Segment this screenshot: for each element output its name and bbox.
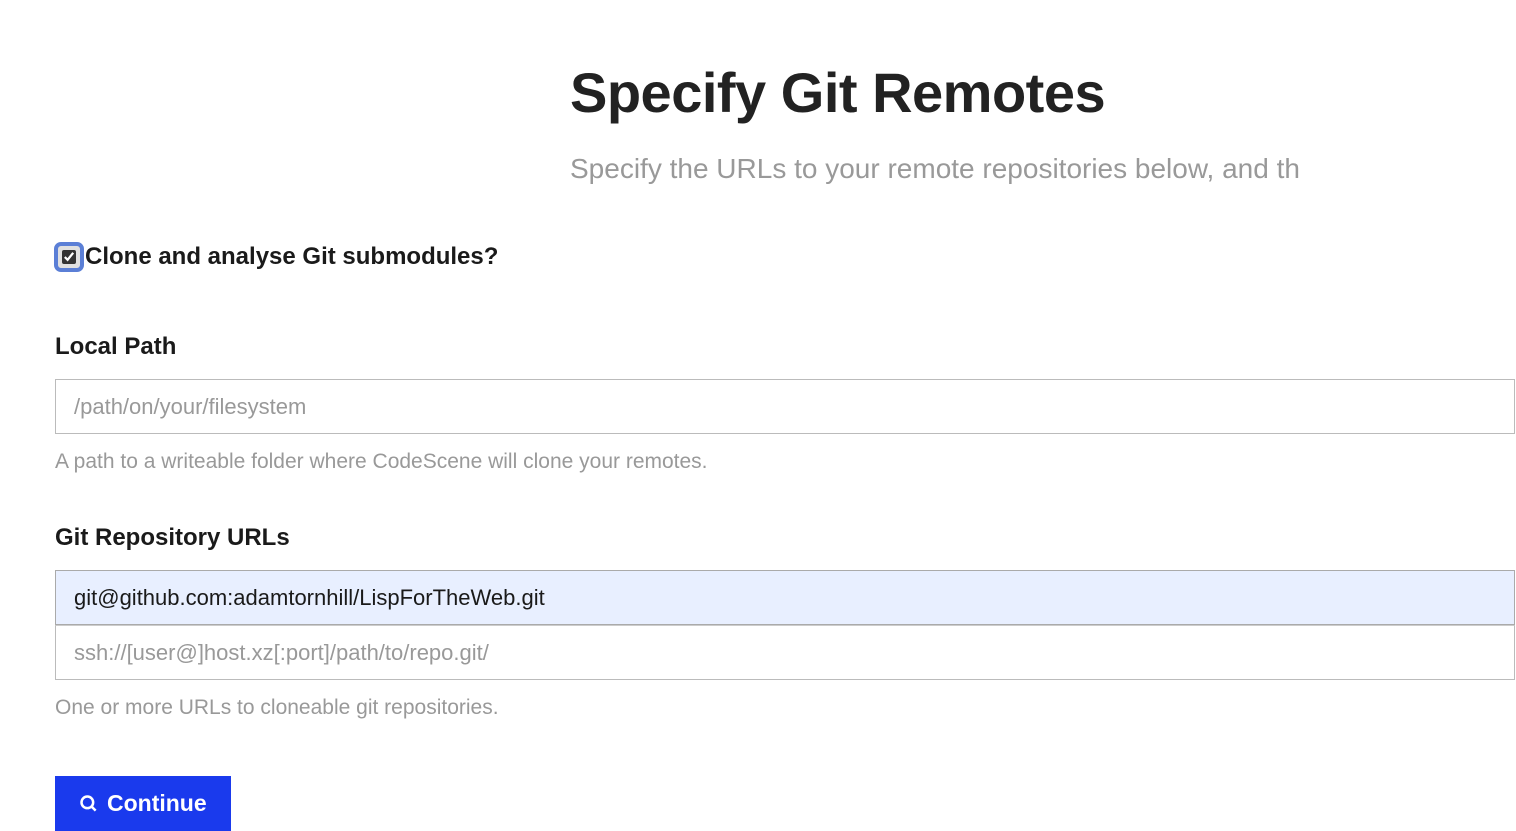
local-path-label: Local Path [55,333,1516,361]
local-path-help: A path to a writeable folder where CodeS… [55,450,1516,474]
search-icon [79,794,99,814]
local-path-input[interactable] [55,379,1515,434]
repo-url-input-0[interactable] [55,570,1515,625]
submodules-checkbox-row: Clone and analyse Git submodules? [55,243,1516,271]
submodules-checkbox-label: Clone and analyse Git submodules? [85,243,498,271]
repo-urls-label: Git Repository URLs [55,524,1516,552]
continue-button-label: Continue [107,790,207,817]
repo-url-input-next[interactable] [55,625,1515,680]
repo-urls-help: One or more URLs to cloneable git reposi… [55,696,1516,720]
local-path-group: Local Path A path to a writeable folder … [55,333,1516,474]
submodules-checkbox-wrap[interactable] [55,243,83,271]
submodules-checkbox[interactable] [62,250,76,264]
continue-button[interactable]: Continue [55,776,231,831]
page-title: Specify Git Remotes [570,60,1516,125]
page-subtitle: Specify the URLs to your remote reposito… [570,153,1516,185]
repo-urls-group: Git Repository URLs One or more URLs to … [55,524,1516,720]
